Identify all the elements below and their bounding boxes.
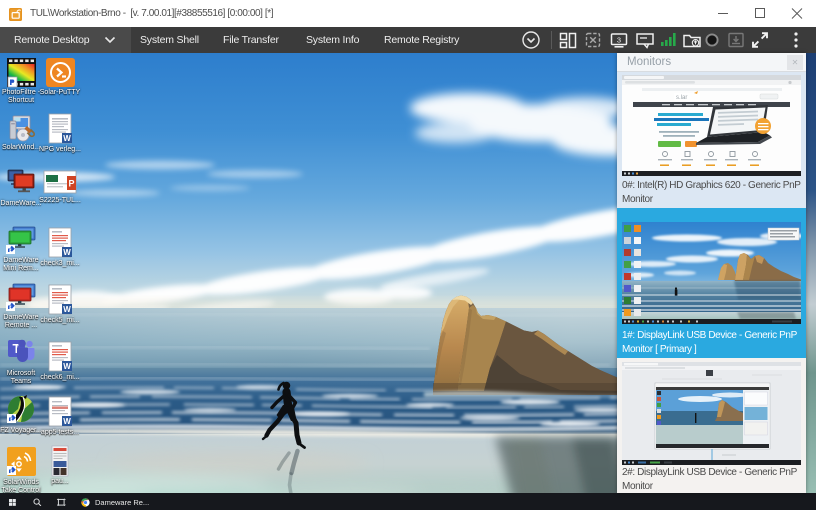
svg-text:W: W [63,305,71,314]
svg-text:W: W [63,248,71,257]
svg-text:P: P [68,179,74,189]
svg-text:3: 3 [617,36,621,45]
svg-text:W: W [63,362,71,371]
svg-text:W: W [63,417,71,426]
svg-text:W: W [63,134,71,143]
svg-text:s.lar: s.lar [676,95,687,101]
